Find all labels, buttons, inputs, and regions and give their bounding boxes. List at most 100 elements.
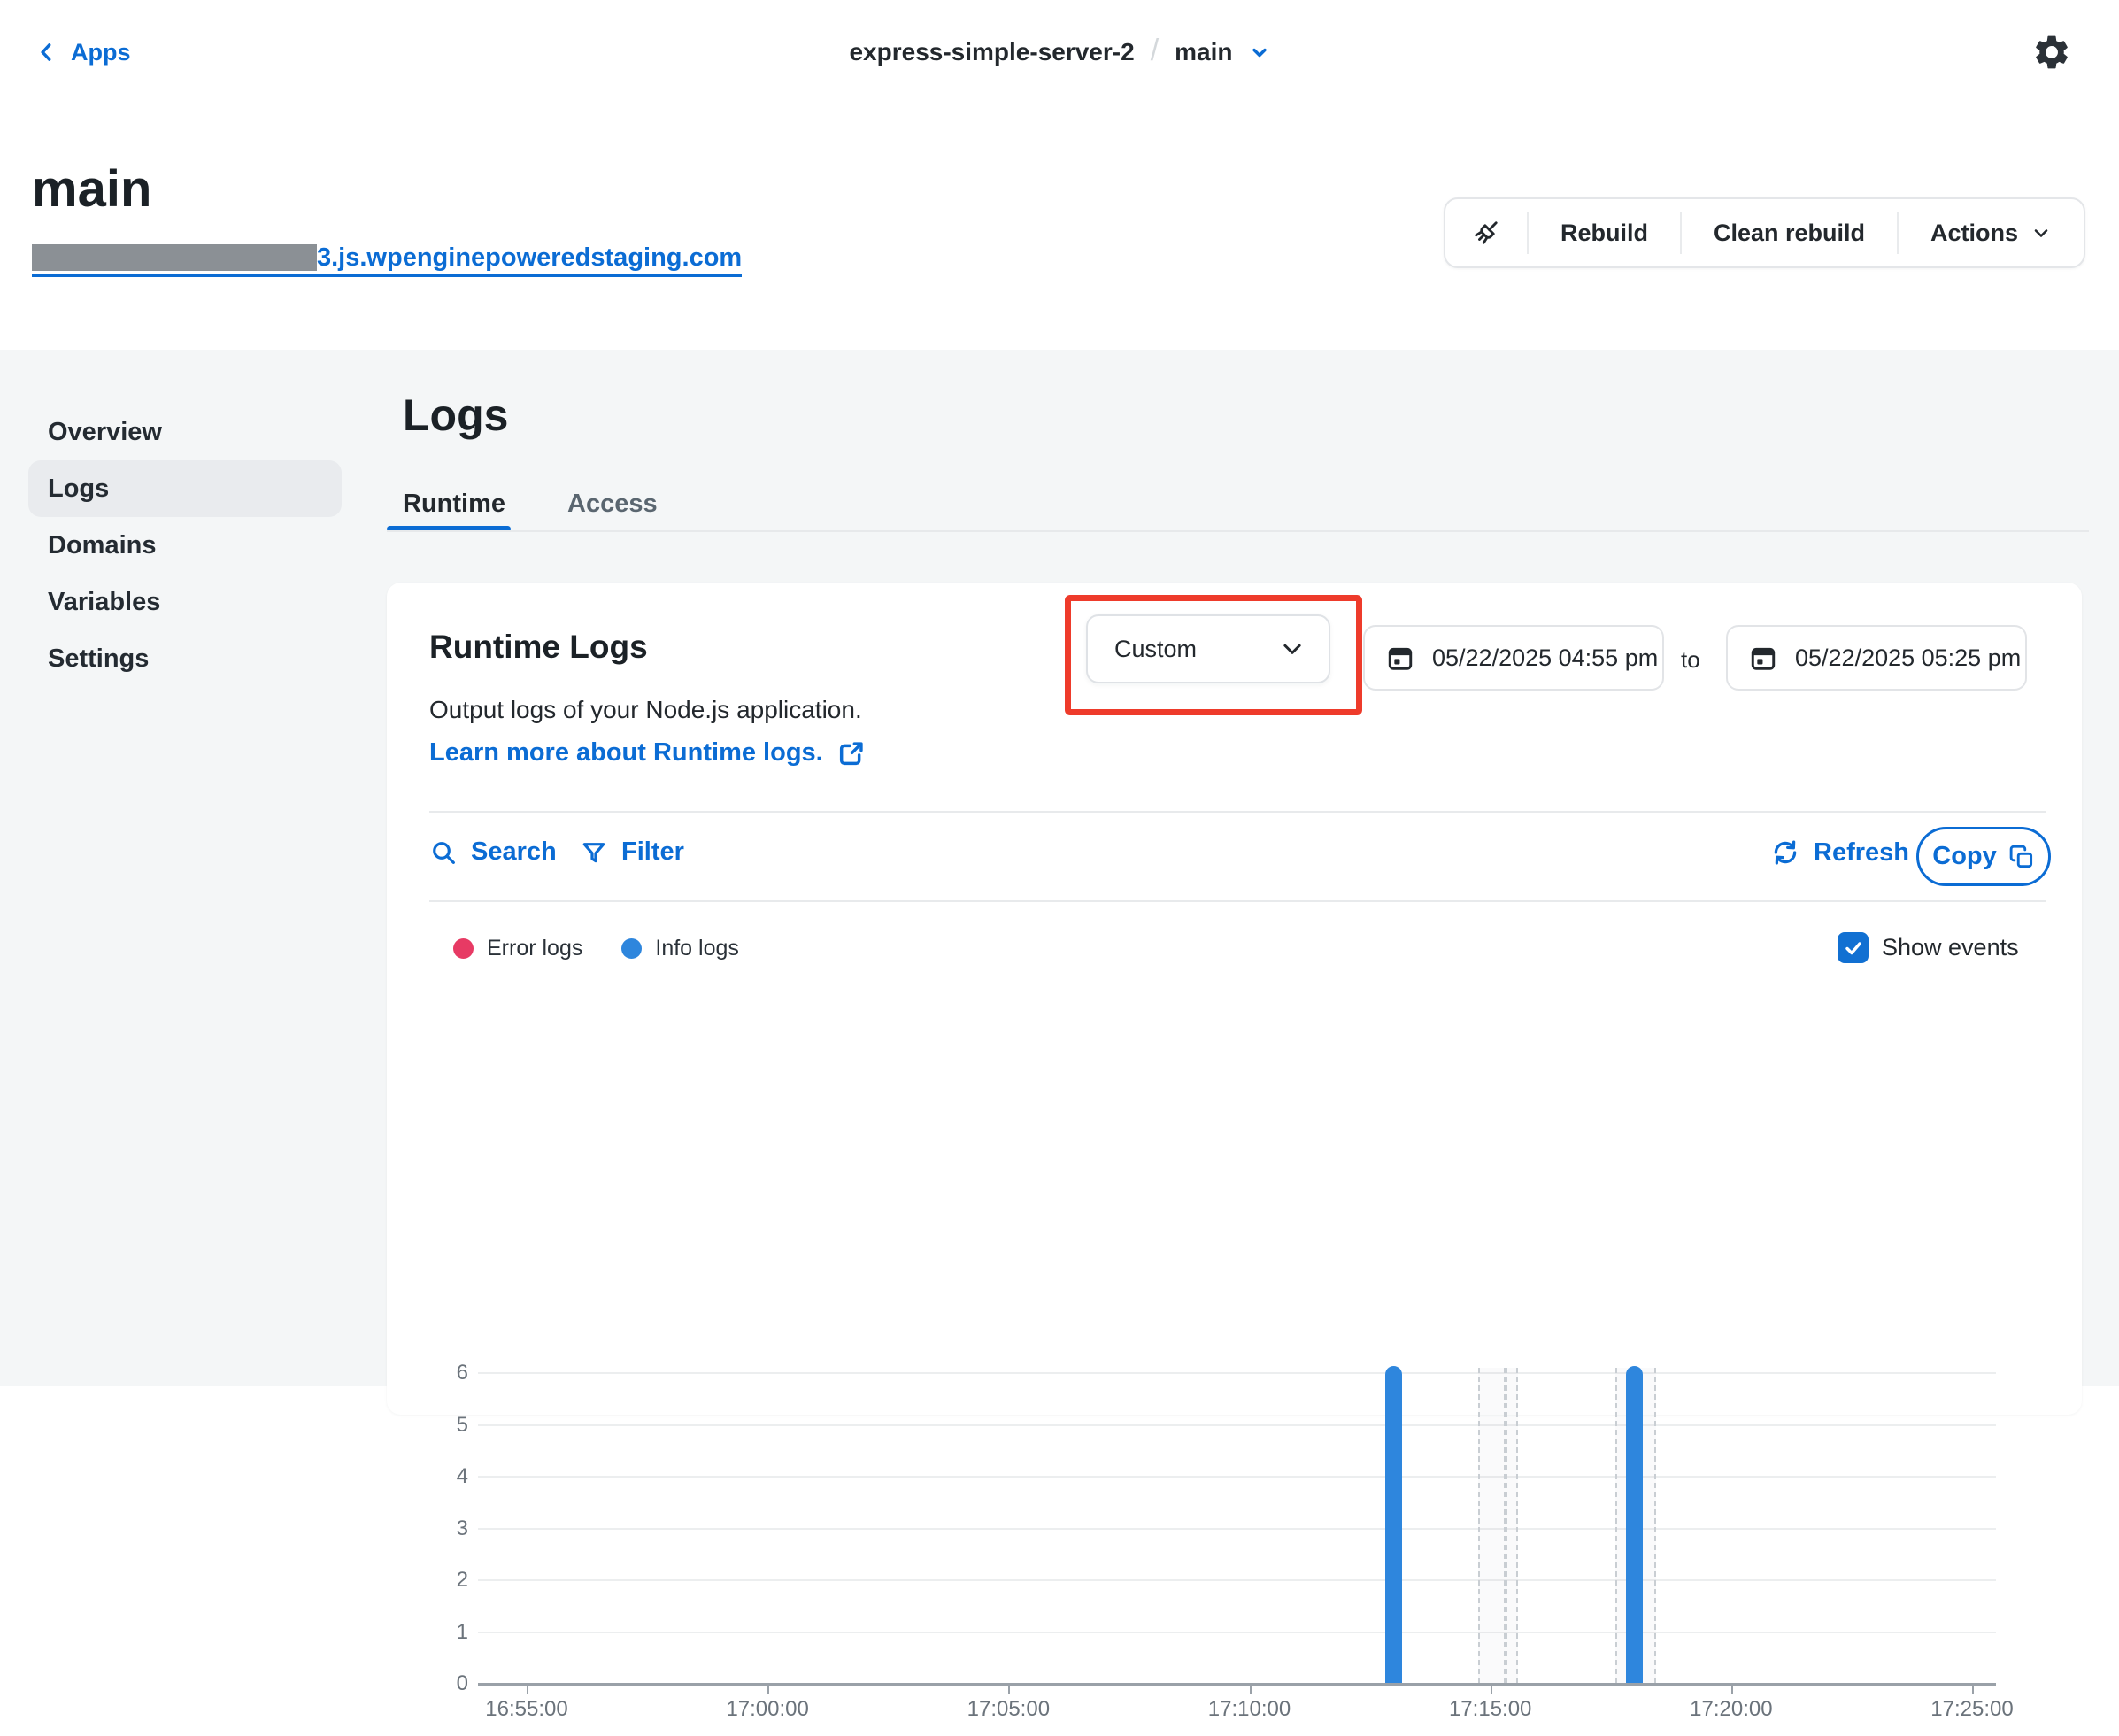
time-range-dropdown[interactable]: Custom <box>1086 614 1330 683</box>
logs-page-title: Logs <box>403 390 508 441</box>
filter-button[interactable]: Filter <box>580 837 684 867</box>
x-axis-tick <box>527 1683 528 1694</box>
environment-actions-group: Rebuild Clean rebuild Actions <box>1444 197 2085 268</box>
logs-tabs: Runtime Access <box>403 490 658 519</box>
chevron-down-icon[interactable] <box>1249 42 1270 63</box>
gridline-y-4 <box>478 1476 1996 1478</box>
panel-title: Runtime Logs <box>429 629 648 666</box>
x-axis-label: 17:20:00 <box>1690 1697 1772 1722</box>
filter-label: Filter <box>621 837 684 867</box>
divider <box>429 900 2046 902</box>
show-events-checkbox[interactable] <box>1838 932 1869 963</box>
sidebar-item-variables[interactable]: Variables <box>28 574 342 630</box>
chevron-down-icon <box>2030 222 2052 243</box>
y-axis-label: 2 <box>429 1568 468 1593</box>
chart-bar <box>1385 1366 1402 1683</box>
chevron-left-icon <box>35 41 58 64</box>
search-button[interactable]: Search <box>429 837 557 867</box>
clean-rebuild-button[interactable]: Clean rebuild <box>1682 199 1897 266</box>
y-axis-label: 6 <box>429 1361 468 1385</box>
content-section: OverviewLogsDomainsVariablesSettings Log… <box>0 350 2119 1386</box>
x-axis-tick <box>1972 1683 1974 1694</box>
tab-access[interactable]: Access <box>567 490 658 519</box>
x-axis-tick <box>1250 1683 1252 1694</box>
top-bar: Apps express-simple-server-2 / main <box>0 0 2119 106</box>
actions-menu-button[interactable]: Actions <box>1899 199 2084 266</box>
gridline-y-5 <box>478 1424 1996 1426</box>
y-axis-label: 3 <box>429 1516 468 1541</box>
chevron-down-icon <box>1279 636 1306 662</box>
tabs-bottom-border <box>387 530 2089 532</box>
tab-runtime[interactable]: Runtime <box>403 490 505 519</box>
y-axis-label: 1 <box>429 1620 468 1645</box>
copy-button[interactable]: Copy <box>1916 827 2051 886</box>
copy-label: Copy <box>1932 842 1997 871</box>
breadcrumb-app-name: express-simple-server-2 <box>849 38 1134 66</box>
time-range-value: Custom <box>1114 636 1197 663</box>
environment-hero: main 3.js.wpenginepoweredstaging.com <box>0 104 2119 350</box>
refresh-icon <box>1770 837 1800 868</box>
learn-more-label: Learn more about Runtime logs. <box>429 738 823 768</box>
environment-selector[interactable]: main <box>1175 38 1232 66</box>
sidebar-nav: OverviewLogsDomainsVariablesSettings <box>28 404 342 687</box>
event-marker <box>1506 1368 1518 1683</box>
event-marker <box>1478 1368 1506 1683</box>
date-to-value: 05/22/2025 05:25 pm <box>1795 644 2021 672</box>
learn-more-link[interactable]: Learn more about Runtime logs. <box>429 738 866 768</box>
y-axis-label: 0 <box>429 1671 468 1696</box>
back-to-apps-link[interactable]: Apps <box>35 0 131 104</box>
redacted-url-segment <box>32 244 317 271</box>
legend-label: Info logs <box>655 936 739 961</box>
sidebar-item-logs[interactable]: Logs <box>28 460 342 517</box>
back-label: Apps <box>71 39 131 66</box>
filter-icon <box>580 838 608 867</box>
gridline-y-2 <box>478 1579 1996 1581</box>
divider <box>429 811 2046 813</box>
environment-url-link[interactable]: 3.js.wpenginepoweredstaging.com <box>32 244 742 277</box>
legend-dot <box>453 938 474 959</box>
environment-url-text: 3.js.wpenginepoweredstaging.com <box>317 244 742 271</box>
chart-legend: Error logs Info logs <box>453 936 739 961</box>
breadcrumb: express-simple-server-2 / main <box>0 0 2119 104</box>
copy-icon <box>2008 844 2035 870</box>
x-axis-label: 17:05:00 <box>967 1697 1050 1722</box>
legend-label: Error logs <box>487 936 582 961</box>
rebuild-label: Rebuild <box>1560 220 1648 247</box>
show-events-label: Show events <box>1882 934 2019 961</box>
calendar-icon <box>1386 644 1414 672</box>
settings-gear-button[interactable] <box>2029 29 2075 75</box>
external-link-icon <box>837 739 866 768</box>
rebuild-button[interactable]: Rebuild <box>1529 199 1680 266</box>
refresh-label: Refresh <box>1814 838 1909 868</box>
sidebar-item-domains[interactable]: Domains <box>28 517 342 574</box>
breadcrumb-separator: / <box>1151 34 1159 68</box>
legend-item: Error logs <box>453 936 582 961</box>
x-axis-tick <box>1008 1683 1010 1694</box>
clean-rebuild-label: Clean rebuild <box>1714 220 1865 247</box>
runtime-logs-chart: 012345616:55:0017:00:0017:05:0017:10:001… <box>429 1350 2046 1736</box>
clean-cache-button[interactable] <box>1445 199 1527 266</box>
x-axis-line <box>478 1683 1996 1686</box>
x-axis-label: 16:55:00 <box>485 1697 567 1722</box>
date-from-input[interactable]: 05/22/2025 04:55 pm <box>1363 625 1664 691</box>
actions-label: Actions <box>1930 220 2018 247</box>
chart-bar <box>1626 1366 1643 1683</box>
calendar-icon <box>1749 644 1777 672</box>
refresh-button[interactable]: Refresh <box>1770 837 1909 868</box>
gridline-y-6 <box>478 1372 1996 1374</box>
x-axis-label: 17:25:00 <box>1930 1697 2013 1722</box>
page-title: main <box>32 159 151 219</box>
y-axis-label: 5 <box>429 1413 468 1438</box>
sidebar-item-overview[interactable]: Overview <box>28 404 342 460</box>
legend-item: Info logs <box>621 936 739 961</box>
panel-description: Output logs of your Node.js application. <box>429 696 862 724</box>
broom-icon <box>1468 215 1504 251</box>
search-icon <box>429 838 458 867</box>
gridline-y-1 <box>478 1632 1996 1633</box>
x-axis-tick <box>767 1683 769 1694</box>
gridline-y-3 <box>478 1528 1996 1530</box>
sidebar-item-settings[interactable]: Settings <box>28 630 342 687</box>
date-to-input[interactable]: 05/22/2025 05:25 pm <box>1726 625 2027 691</box>
y-axis-label: 4 <box>429 1464 468 1489</box>
show-events-toggle[interactable]: Show events <box>1838 932 2019 963</box>
